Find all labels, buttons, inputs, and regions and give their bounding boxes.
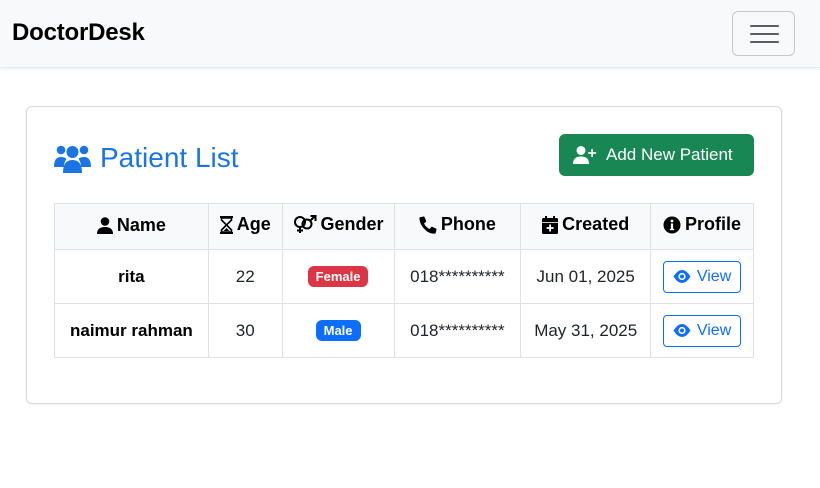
patient-age: 30 (207, 303, 283, 358)
patient-gender: Female (281, 249, 395, 304)
user-plus-icon (573, 146, 597, 164)
column-header-label: Gender (320, 214, 384, 234)
hamburger-icon (750, 25, 779, 27)
column-header-label: Created (562, 214, 630, 235)
patient-age: 22 (207, 249, 283, 304)
add-new-patient-label: Add New Patient (606, 145, 733, 164)
hamburger-icon (750, 41, 779, 43)
patient-profile-cell: View (650, 249, 754, 304)
column-header-label: Profile (685, 214, 742, 235)
venus-mars-icon (293, 215, 317, 233)
patient-profile-cell: View (650, 303, 754, 358)
table-row: naimur rahman 30 Male 018********** May … (54, 303, 754, 358)
brand-logo-text[interactable]: DoctorDesk (12, 19, 145, 47)
table-header-row: Name Age Gender Phone Created Profile (54, 203, 754, 250)
phone-icon (419, 216, 437, 234)
hamburger-icon (750, 33, 779, 35)
gender-badge-female: Female (307, 266, 369, 287)
users-icon (54, 145, 91, 173)
patient-gender: Male (281, 303, 395, 358)
patient-created-date: May 31, 2025 (520, 303, 652, 358)
column-header-profile: Profile (650, 203, 754, 250)
column-header-label: Phone (440, 214, 496, 235)
column-header-label: Age (236, 214, 271, 235)
hourglass-icon (219, 215, 233, 234)
view-profile-button[interactable]: View (662, 260, 742, 293)
column-header-created: Created (520, 203, 652, 250)
page-title: Patient List (54, 138, 239, 178)
patient-created-date: Jun 01, 2025 (520, 249, 652, 304)
patients-table: Name Age Gender Phone Created Profile ri… (54, 203, 754, 358)
view-button-label: View (696, 321, 732, 339)
eye-icon (673, 324, 691, 337)
add-new-patient-button[interactable]: Add New Patient (559, 134, 754, 176)
column-header-age: Age (207, 203, 283, 250)
view-profile-button[interactable]: View (662, 314, 742, 347)
eye-icon (673, 270, 691, 283)
patient-phone: 018********** (393, 249, 522, 304)
user-icon (96, 216, 113, 234)
calendar-plus-icon (542, 215, 559, 234)
patient-name: naimur rahman (54, 303, 209, 358)
column-header-label: Name (116, 214, 166, 235)
title-text: Patient List (100, 142, 239, 173)
info-circle-icon (663, 216, 681, 234)
navbar-toggler-button[interactable] (732, 11, 795, 56)
table-row: rita 22 Female 018********** Jun 01, 202… (54, 249, 754, 304)
patient-name: rita (54, 249, 209, 304)
column-header-phone: Phone (393, 203, 522, 250)
patient-phone: 018********** (393, 303, 522, 358)
view-button-label: View (696, 267, 732, 285)
column-header-name: Name (54, 203, 209, 250)
column-header-gender: Gender (281, 203, 395, 250)
navbar: DoctorDesk (0, 0, 820, 68)
gender-badge-male: Male (315, 320, 361, 341)
